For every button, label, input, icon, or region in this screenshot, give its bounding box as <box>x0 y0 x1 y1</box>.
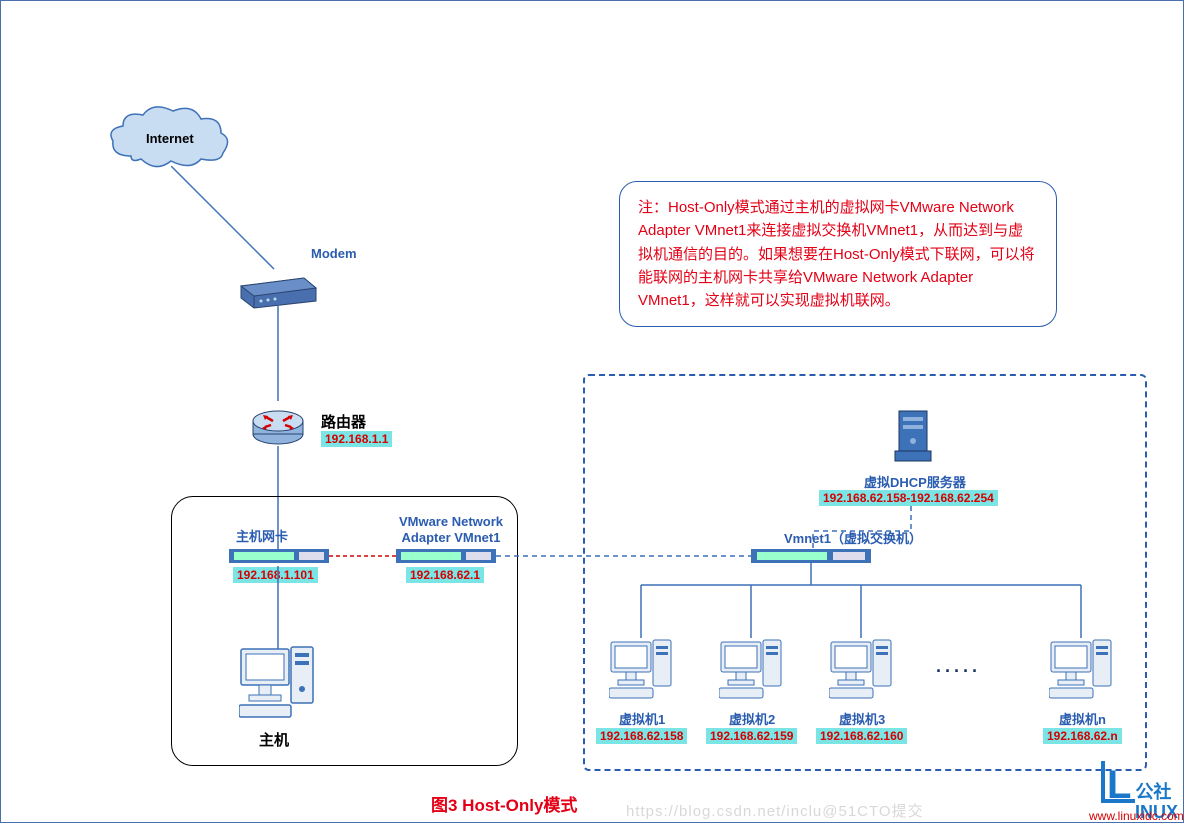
vmnet1-adapter-label: VMware Network Adapter VMnet1 <box>391 514 511 545</box>
host-nic-icon <box>229 549 329 565</box>
diagram-canvas: Internet Modem 路由器 192.168.1.1 主机网卡 19 <box>0 0 1184 823</box>
line-modem-router <box>276 306 280 401</box>
switch-label: Vmnet1（虚拟交换机） <box>784 528 922 547</box>
vmnet1-label-line1: VMware Network <box>399 514 503 529</box>
vm3-icon <box>829 634 899 704</box>
cloud-label: Internet <box>146 131 194 146</box>
dhcp-range: 192.168.62.158-192.168.62.254 <box>819 490 998 506</box>
router-ip: 192.168.1.1 <box>321 431 392 447</box>
note-text: 注：Host-Only模式通过主机的虚拟网卡VMware Network Ada… <box>638 199 1035 309</box>
vm3-ip: 192.168.62.160 <box>816 728 907 744</box>
dhcp-label: 虚拟DHCP服务器 <box>864 472 966 491</box>
vm1-icon <box>609 634 679 704</box>
vmn-ip: 192.168.62.n <box>1043 728 1122 744</box>
dhcp-server-icon <box>891 409 936 469</box>
vm2-icon <box>719 634 789 704</box>
host-nic-label: 主机网卡 <box>236 526 288 545</box>
router-icon <box>251 399 306 449</box>
vmnet1-adapter-icon <box>396 549 496 565</box>
vm-ellipsis: ····· <box>936 661 981 682</box>
modem-label: Modem <box>311 246 357 261</box>
vmnet1-label-line2: Adapter VMnet1 <box>402 530 501 545</box>
linuxidc-url: www.linuxidc.com <box>1089 809 1184 823</box>
lines-switch-vms <box>611 563 1111 643</box>
vm1-name: 虚拟机1 <box>619 709 665 728</box>
line-cloud-modem <box>171 166 291 276</box>
vm1-ip: 192.168.62.158 <box>596 728 687 744</box>
vm3-name: 虚拟机3 <box>839 709 885 728</box>
line-hostnic-vmnet1 <box>329 554 397 558</box>
note-box: 注：Host-Only模式通过主机的虚拟网卡VMware Network Ada… <box>619 181 1057 327</box>
router-label: 路由器 <box>321 411 366 432</box>
vm2-name: 虚拟机2 <box>729 709 775 728</box>
host-label: 主机 <box>259 729 289 750</box>
logo-cn: 公社 <box>1135 782 1171 802</box>
vmn-name: 虚拟机n <box>1059 709 1106 728</box>
line-adapter-switch <box>496 554 753 558</box>
caption: 图3 Host-Only模式 <box>431 791 577 816</box>
modem-icon <box>236 266 321 311</box>
host-pc-icon <box>239 639 321 721</box>
watermark-url: https://blog.csdn.net/inclu@51CTO提交 <box>626 800 924 821</box>
vm2-ip: 192.168.62.159 <box>706 728 797 744</box>
vmnet1-adapter-ip: 192.168.62.1 <box>406 567 484 583</box>
vmn-icon <box>1049 634 1119 704</box>
